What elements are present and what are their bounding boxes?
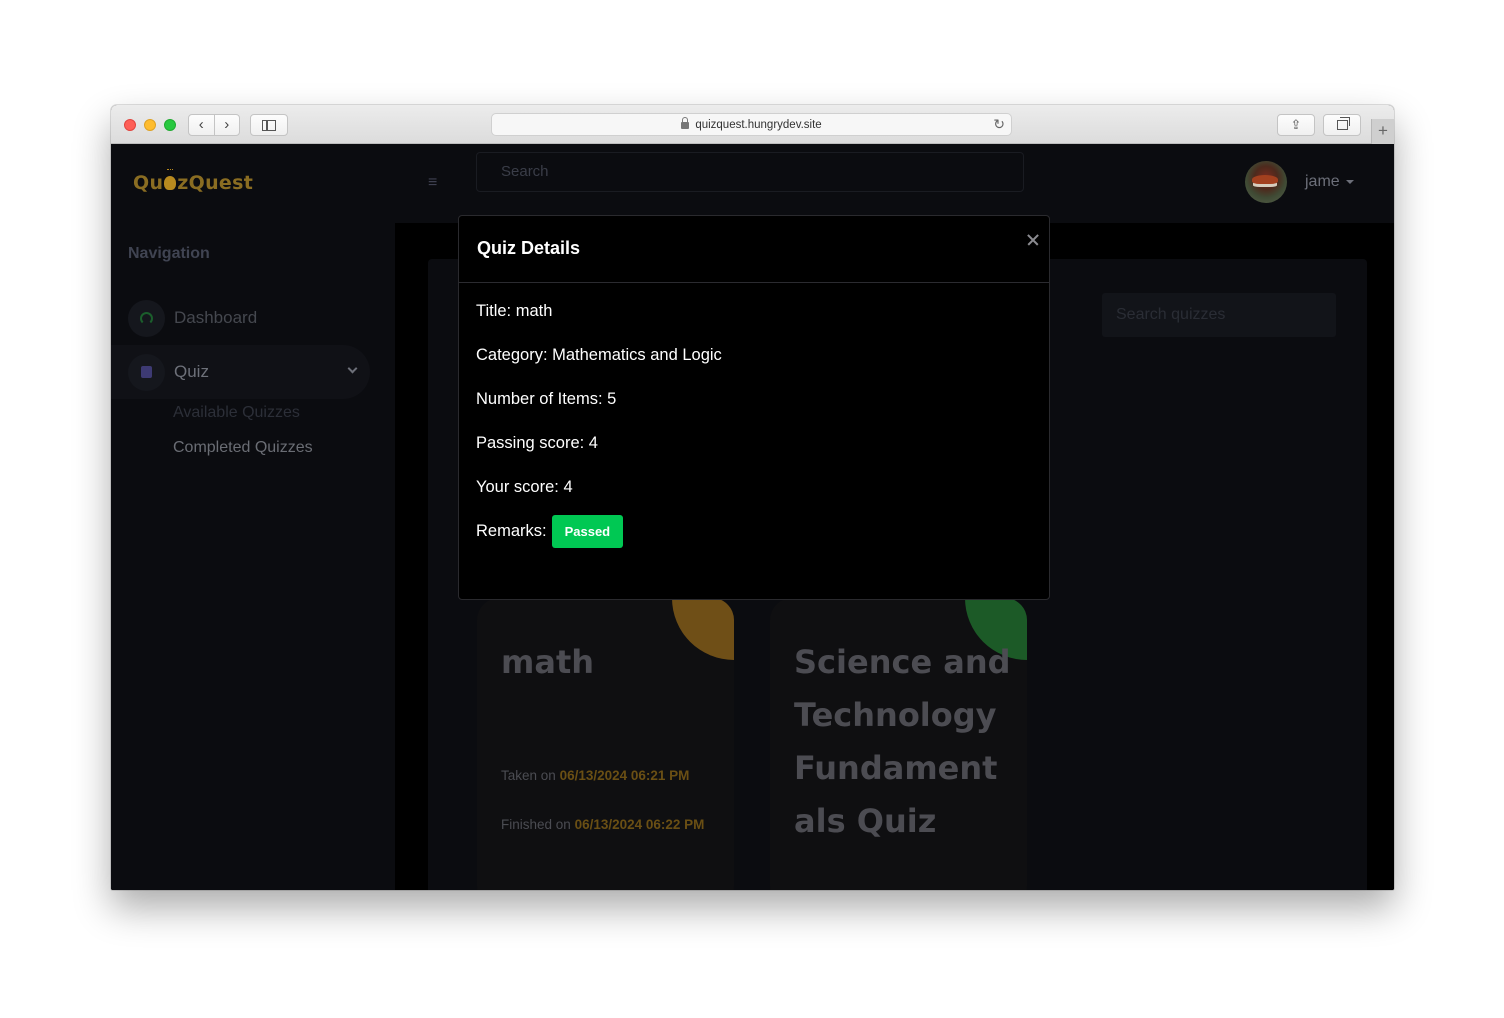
search-input[interactable]: Search: [476, 152, 1024, 192]
user-menu[interactable]: jame: [1245, 160, 1354, 204]
quiz-passing-row: Passing score: 4: [476, 434, 598, 452]
modal-body: Title: math Category: Mathematics and Lo…: [476, 302, 722, 566]
quiz-search-input[interactable]: Search quizzes: [1102, 293, 1336, 337]
minimize-window-button[interactable]: [144, 119, 156, 131]
browser-window: ‹ › quizquest.hungrydev.site ↻ ⇪ + Qu zQu…: [111, 105, 1394, 890]
sidebar-subitem-completed-quizzes[interactable]: Completed Quizzes: [173, 439, 313, 457]
chevron-down-icon: [347, 363, 358, 374]
user-name: jame: [1305, 173, 1340, 190]
quiz-remarks-row: Remarks: Passed: [476, 515, 722, 566]
lightbulb-icon: [164, 169, 177, 190]
sidebar-item-label: Dashboard: [174, 308, 258, 327]
browser-toolbar: ‹ › quizquest.hungrydev.site ↻ ⇪ +: [111, 105, 1394, 144]
address-bar[interactable]: quizquest.hungrydev.site ↻: [491, 113, 1012, 136]
quiz-details-modal: Quiz Details Title: math Category: Mathe…: [458, 215, 1050, 600]
page-edge: [1367, 223, 1394, 890]
tabs-icon: [1336, 117, 1350, 130]
caret-down-icon: [1345, 180, 1354, 184]
sidebar-item-dashboard[interactable]: Dashboard: [111, 291, 395, 345]
quizquest-logo[interactable]: Qu zQuest: [133, 169, 253, 194]
modal-title: Quiz Details: [477, 238, 581, 258]
sidebar: Navigation Dashboard Quiz Available Quiz…: [111, 223, 395, 890]
quiz-taken-date: Taken on 06/13/2024 06:21 PM: [501, 768, 690, 783]
quiz-title-row: Title: math: [476, 302, 553, 320]
document-icon: [128, 353, 165, 391]
reload-icon[interactable]: ↻: [993, 116, 1005, 133]
lock-icon: [681, 117, 690, 129]
quiz-finished-date: Finished on 06/13/2024 06:22 PM: [501, 817, 705, 832]
sidebar-subitem-available-quizzes[interactable]: Available Quizzes: [173, 404, 300, 422]
quiz-card-title: math: [501, 643, 595, 681]
quiz-card-science[interactable]: Science and Technology Fundament als Qui…: [770, 598, 1027, 890]
sidebar-icon: [262, 119, 276, 131]
quiz-card-math[interactable]: math Taken on 06/13/2024 06:21 PM Finish…: [477, 598, 734, 890]
status-badge: Passed: [551, 515, 624, 548]
share-icon: ⇪: [1290, 117, 1302, 132]
sidebar-title: Navigation: [128, 245, 210, 262]
gauge-icon: [128, 299, 165, 337]
url-text: quizquest.hungrydev.site: [695, 118, 822, 131]
close-icon[interactable]: [1025, 232, 1041, 248]
menu-icon[interactable]: ≡: [428, 174, 437, 192]
avatar[interactable]: [1245, 161, 1287, 203]
app-header: Qu zQuest ≡ Search jame: [111, 144, 1394, 223]
zoom-window-button[interactable]: [164, 119, 176, 131]
sidebar-toggle-button[interactable]: [250, 114, 288, 136]
app-viewport: Qu zQuest ≡ Search jame Navigation Dashbo…: [111, 144, 1394, 890]
sidebar-item-label: Quiz: [174, 362, 209, 381]
search-placeholder: Search: [501, 163, 549, 180]
history-nav: ‹ ›: [188, 114, 240, 136]
sidebar-item-quiz[interactable]: Quiz: [111, 345, 370, 399]
quiz-category-row: Category: Mathematics and Logic: [476, 346, 722, 364]
new-tab-button[interactable]: +: [1371, 119, 1394, 144]
quiz-items-row: Number of Items: 5: [476, 390, 617, 408]
tab-overview-button[interactable]: [1323, 114, 1361, 136]
modal-header: Quiz Details: [459, 216, 1049, 283]
close-window-button[interactable]: [124, 119, 136, 131]
forward-button[interactable]: ›: [215, 115, 240, 135]
back-button[interactable]: ‹: [189, 115, 215, 135]
quiz-card-title: Science and Technology Fundament als Qui…: [794, 643, 1011, 840]
quiz-search-placeholder: Search quizzes: [1116, 306, 1226, 323]
remarks-label: Remarks:: [476, 522, 547, 540]
share-button[interactable]: ⇪: [1277, 114, 1315, 136]
